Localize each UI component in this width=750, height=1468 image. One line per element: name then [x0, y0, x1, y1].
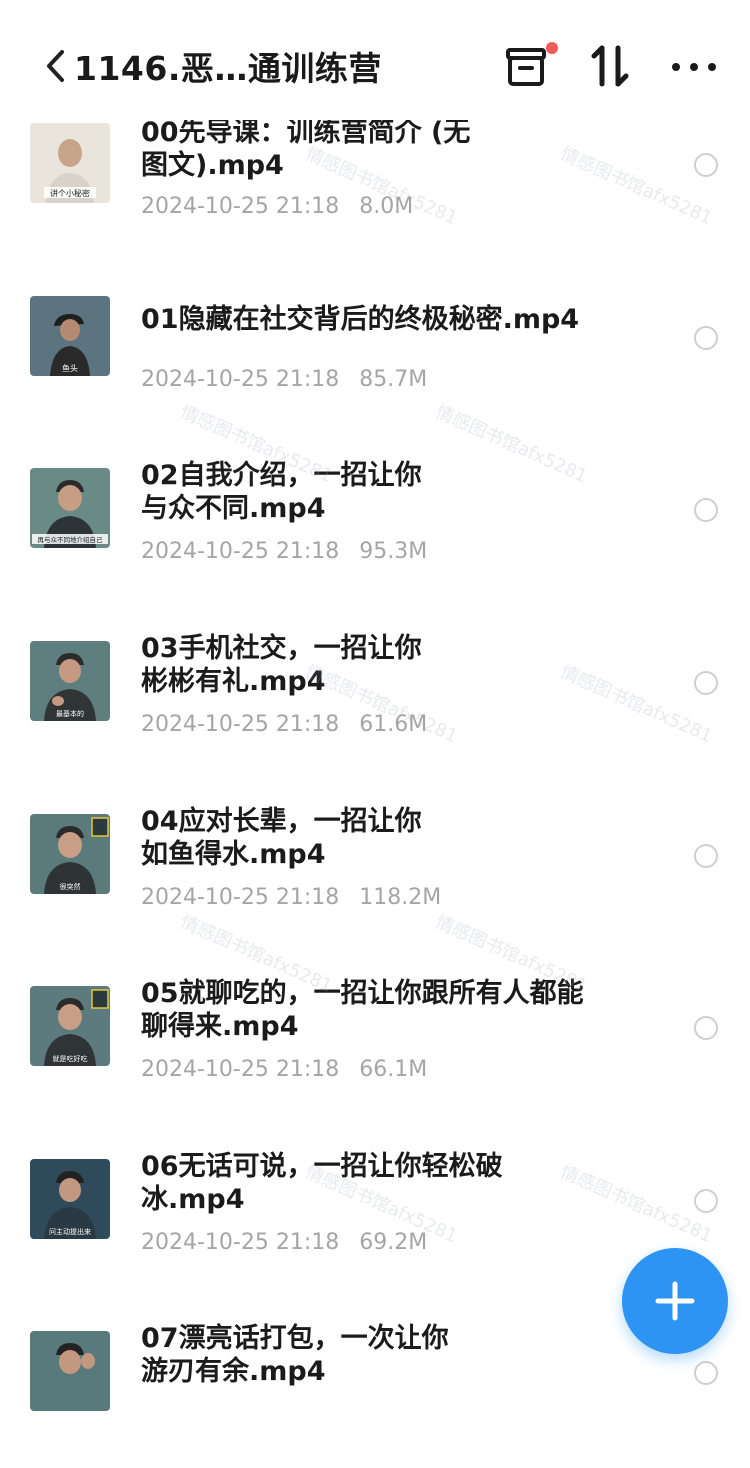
- file-name: 00先导课：训练营简介 (无 图文).mp4: [141, 117, 471, 181]
- file-name: 01隐藏在社交背后的终极秘密.mp4: [141, 304, 580, 335]
- file-meta: 2024-10-25 21:18 69.2M: [141, 1230, 427, 1255]
- list-item[interactable]: 就是吃好吃 05就聊吃的，一招让你跟所有人都能 聊得来.mp4 2024-10-2…: [0, 973, 750, 1123]
- file-meta: 2024-10-25 21:18 95.3M: [141, 539, 427, 564]
- svg-text:最基本的: 最基本的: [56, 709, 84, 718]
- video-thumbnail: 就是吃好吃: [30, 986, 110, 1066]
- video-thumbnail: 讲个小秘密: [30, 123, 110, 203]
- video-thumbnail: 问主动提出来: [30, 1159, 110, 1239]
- file-meta: 2024-10-25 21:18 66.1M: [141, 1057, 427, 1082]
- svg-text:鱼头: 鱼头: [62, 363, 78, 373]
- sort-arrows-icon[interactable]: [588, 40, 634, 92]
- add-button[interactable]: [622, 1248, 728, 1354]
- select-radio[interactable]: [694, 498, 718, 522]
- file-size: 118.2M: [359, 885, 442, 910]
- list-item[interactable]: 讲个小秘密 00先导课：训练营简介 (无 图文).mp4 2024-10-25 2…: [0, 110, 750, 260]
- svg-text:问主动提出来: 问主动提出来: [49, 1227, 91, 1236]
- svg-text:很突然: 很突然: [60, 882, 81, 891]
- file-size: 95.3M: [359, 539, 428, 564]
- file-name: 05就聊吃的，一招让你跟所有人都能 聊得来.mp4: [141, 978, 584, 1042]
- file-size: 85.7M: [359, 367, 428, 392]
- file-size: 69.2M: [359, 1230, 428, 1255]
- file-meta: 2024-10-25 21:18 85.7M: [141, 367, 427, 392]
- file-date: 2024-10-25 21:18: [141, 367, 340, 392]
- select-radio[interactable]: [694, 671, 718, 695]
- file-meta: 2024-10-25 21:18 8.0M: [141, 194, 413, 219]
- file-name: 06无话可说，一招让你轻松破 冰.mp4: [141, 1151, 503, 1215]
- video-thumbnail: 再与众不同地介绍自己: [30, 468, 110, 548]
- notification-dot: [546, 42, 558, 54]
- file-date: 2024-10-25 21:18: [141, 539, 340, 564]
- video-thumbnail: [30, 1331, 110, 1411]
- file-size: 66.1M: [359, 1057, 428, 1082]
- top-bar: 1146.恶…通训练营: [0, 0, 750, 120]
- select-radio[interactable]: [694, 153, 718, 177]
- file-name: 03手机社交，一招让你 彬彬有礼.mp4: [141, 633, 422, 697]
- file-date: 2024-10-25 21:18: [141, 885, 340, 910]
- more-dots-icon[interactable]: [668, 40, 720, 92]
- video-thumbnail: 很突然: [30, 814, 110, 894]
- file-size: 61.6M: [359, 712, 428, 737]
- select-radio[interactable]: [694, 844, 718, 868]
- archive-box-icon[interactable]: [500, 40, 560, 92]
- video-thumbnail: 最基本的: [30, 641, 110, 721]
- list-item[interactable]: 最基本的 03手机社交，一招让你 彬彬有礼.mp4 2024-10-25 21:1…: [0, 628, 750, 778]
- file-size: 8.0M: [359, 194, 414, 219]
- select-radio[interactable]: [694, 326, 718, 350]
- file-date: 2024-10-25 21:18: [141, 1057, 340, 1082]
- file-meta: 2024-10-25 21:18 118.2M: [141, 885, 441, 910]
- file-date: 2024-10-25 21:18: [141, 1230, 340, 1255]
- file-name: 04应对长辈，一招让你 如鱼得水.mp4: [141, 806, 422, 870]
- list-item[interactable]: 再与众不同地介绍自己 02自我介绍，一招让你 与众不同.mp4 2024-10-2…: [0, 455, 750, 605]
- file-date: 2024-10-25 21:18: [141, 194, 340, 219]
- select-radio[interactable]: [694, 1016, 718, 1040]
- svg-text:就是吃好吃: 就是吃好吃: [53, 1054, 88, 1063]
- select-radio[interactable]: [694, 1189, 718, 1213]
- file-date: 2024-10-25 21:18: [141, 712, 340, 737]
- list-item[interactable]: 07漂亮话打包，一次让你 游刃有余.mp4: [0, 1318, 750, 1468]
- chevron-left-icon[interactable]: [38, 44, 74, 88]
- select-radio[interactable]: [694, 1361, 718, 1385]
- svg-text:讲个小秘密: 讲个小秘密: [50, 188, 90, 198]
- video-thumbnail: 鱼头: [30, 296, 110, 376]
- list-item[interactable]: 很突然 04应对长辈，一招让你 如鱼得水.mp4 2024-10-25 21:18…: [0, 801, 750, 951]
- list-item[interactable]: 鱼头 01隐藏在社交背后的终极秘密.mp4 2024-10-25 21:18 85…: [0, 283, 750, 433]
- svg-text:再与众不同地介绍自己: 再与众不同地介绍自己: [38, 535, 104, 544]
- file-meta: 2024-10-25 21:18 61.6M: [141, 712, 427, 737]
- plus-icon: [655, 1281, 695, 1321]
- file-name: 02自我介绍，一招让你 与众不同.mp4: [141, 460, 422, 524]
- page-title: 1146.恶…通训练营: [74, 49, 382, 88]
- file-name: 07漂亮话打包，一次让你 游刃有余.mp4: [141, 1323, 449, 1387]
